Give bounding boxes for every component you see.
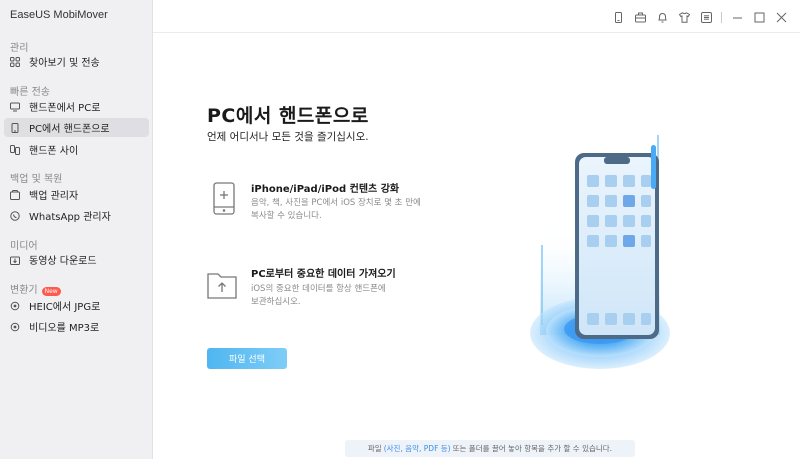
sidebar-item-label: 동영상 다운로드 [29,256,97,267]
sidebar: EaseUS MobiMover 관리 찾아보기 및 전송 빠른 전송 핸드폰에… [0,0,153,459]
sidebar-item-heic-to-jpg[interactable]: HEIC에서 JPG로 [4,296,149,315]
folder-upload-icon [206,268,238,302]
sidebar-item-phone-to-phone[interactable]: 핸드폰 사이 [4,140,149,159]
convert-icon [10,301,20,311]
feature-desc-enrich: 음악, 책, 사진을 PC에서 iOS 장치로 몇 초 만에 복사할 수 있습니… [251,197,451,223]
sidebar-item-label: HEIC에서 JPG로 [29,302,101,313]
new-badge: New [41,287,61,296]
backup-icon [10,189,20,200]
feature-title-import: PC로부터 중요한 데이터 가져오기 [251,269,396,280]
menu-icon[interactable] [695,9,717,25]
sidebar-item-pc-to-phone[interactable]: PC에서 핸드폰으로 [4,118,149,137]
feature-desc-line: 음악, 책, 사진을 PC에서 iOS 장치로 몇 초 만에 [251,198,421,208]
convert-icon [10,322,20,332]
section-label-converter-text: 변환기 [10,285,38,296]
section-label-backup: 백업 및 복원 [10,174,63,185]
shirt-icon[interactable] [673,9,695,25]
feature-desc-import: iOS의 중요한 데이터를 항상 핸드폰에 보관하십시오. [251,283,451,309]
drag-drop-hint: 파일 (사진, 음악, PDF 등) 또는 폴더를 끌어 놓아 항목을 추가 할… [345,440,635,457]
phone-illustration [520,125,680,385]
phone-icon [10,122,20,133]
section-label-converter: 변환기 New [10,281,61,296]
sidebar-item-label: 핸드폰 사이 [29,146,79,157]
hint-suffix: 또는 폴더를 끌어 놓아 항목을 추가 할 수 있습니다. [452,444,613,453]
sidebar-item-browse-transfer[interactable]: 찾아보기 및 전송 [4,52,149,71]
sidebar-item-backup-manager[interactable]: 백업 관리자 [4,185,149,204]
hint-highlight: (사진, 음악, PDF 등) [383,444,451,453]
titlebar-divider [721,11,722,23]
sidebar-item-label: 찾아보기 및 전송 [29,58,100,69]
maximize-icon[interactable] [748,9,770,25]
sidebar-item-label: WhatsApp 관리자 [29,212,111,223]
toolbox-icon[interactable] [629,9,651,25]
page-subtitle: 언제 어디서나 모든 것을 즐기십시오. [207,131,369,143]
header-divider [153,32,800,33]
sidebar-item-whatsapp-manager[interactable]: WhatsApp 관리자 [4,206,149,225]
sidebar-item-label: 비디오를 MP3로 [29,323,100,334]
video-download-icon [10,255,20,265]
feature-desc-line: 복사할 수 있습니다. [251,211,322,221]
device-icon [208,182,240,216]
feature-desc-line: iOS의 중요한 데이터를 항상 핸드폰에 [251,284,386,294]
sidebar-item-phone-to-pc[interactable]: 핸드폰에서 PC로 [4,97,149,116]
sidebar-item-label: PC에서 핸드폰으로 [29,124,110,135]
hint-prefix: 파일 [367,444,382,453]
sidebar-item-label: 백업 관리자 [29,191,79,202]
select-file-button[interactable]: 파일 선택 [207,348,287,369]
minimize-icon[interactable] [726,9,748,25]
sidebar-item-video-to-mp3[interactable]: 비디오를 MP3로 [4,317,149,336]
grid-icon [10,56,20,67]
phone-icon[interactable] [607,9,629,25]
section-label-quick-transfer: 빠른 전송 [10,87,50,98]
close-icon[interactable] [770,9,792,25]
feature-desc-line: 보관하십시오. [251,297,301,307]
app-title: EaseUS MobiMover [10,9,108,21]
whatsapp-icon [10,210,20,221]
bell-icon[interactable] [651,9,673,25]
feature-title-enrich: iPhone/iPad/iPod 컨텐츠 강화 [251,184,400,195]
sidebar-item-video-download[interactable]: 동영상 다운로드 [4,250,149,269]
two-phones-icon [10,144,20,155]
page-title: PC에서 핸드폰으로 [207,105,369,127]
titlebar-controls [607,9,792,25]
monitor-icon [10,102,20,112]
sidebar-item-label: 핸드폰에서 PC로 [29,103,101,114]
